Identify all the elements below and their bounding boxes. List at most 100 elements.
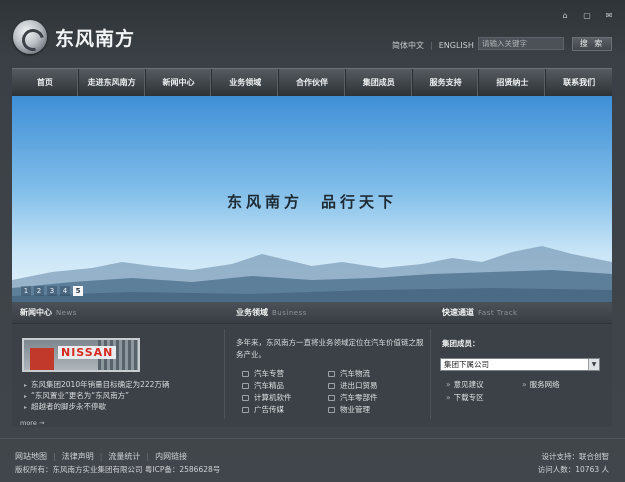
business-item[interactable]: 进出口贸易 (328, 380, 414, 391)
footer-separator: | (146, 452, 150, 461)
nav-item-careers[interactable]: 招贤纳士 (479, 69, 547, 96)
panel-divider (224, 329, 225, 419)
business-title: 业务领域 (236, 308, 268, 317)
nav-item-members[interactable]: 集团成员 (346, 69, 413, 96)
slogan-right: 品行天下 (321, 193, 398, 211)
business-bullet-icon (242, 394, 249, 401)
quick-panel-title: 快速通道 Fast Track (442, 302, 518, 324)
more-label: more (20, 419, 37, 427)
footer-divider (0, 438, 625, 439)
business-item[interactable]: 汽车专营 (242, 368, 328, 379)
news-image-building (30, 348, 54, 370)
business-item[interactable]: 汽车精品 (242, 380, 328, 391)
news-title: 新闻中心 (20, 308, 52, 317)
footer-separator: | (99, 452, 103, 461)
quick-link-service-network[interactable]: 服务网络 (522, 379, 592, 391)
quick-link-downloads[interactable]: 下载专区 (446, 392, 522, 404)
business-item[interactable]: 汽车零部件 (328, 392, 414, 403)
logo-text: 东风南方 (55, 27, 136, 50)
quick-title-en: Fast Track (478, 309, 518, 317)
footer-link-sitemap[interactable]: 网站地图 (15, 451, 47, 462)
business-item-label: 广告传媒 (254, 405, 284, 414)
banner-pager: 1 2 3 4 5 (21, 286, 83, 296)
visit-counter: 访问人数：10763 人 (537, 465, 609, 474)
news-title-en: News (56, 309, 77, 317)
business-item[interactable]: 汽车物流 (328, 368, 414, 379)
banner-page-1[interactable]: 1 (21, 286, 31, 296)
nav-item-home[interactable]: 首页 (12, 69, 79, 96)
business-bullet-icon (328, 406, 335, 413)
banner-page-3[interactable]: 3 (47, 286, 57, 296)
banner-page-5[interactable]: 5 (73, 286, 83, 296)
chevron-down-icon: ▼ (588, 359, 599, 370)
logo[interactable]: 东风南方 (13, 20, 135, 54)
design-credit: 设计支持：联合创智 (541, 452, 610, 461)
content-panels: 新闻中心 News 业务领域 Business 快速通道 Fast Track NIS… (12, 302, 612, 427)
news-item[interactable]: 超越者的脚步永不停歇 (24, 401, 169, 412)
panel-divider (430, 329, 431, 419)
home-icon[interactable]: ⌂ (561, 12, 569, 20)
business-bullet-icon (242, 406, 249, 413)
business-item-label: 汽车物流 (340, 369, 370, 378)
banner-page-2[interactable]: 2 (34, 286, 44, 296)
quick-link-feedback[interactable]: 意见建议 (446, 379, 522, 391)
business-item-label: 计算机软件 (254, 393, 292, 402)
copyright: 版权所有：东风南方实业集团有限公司 粤ICP备：2586628号 (15, 465, 221, 474)
business-item-label: 物业管理 (340, 405, 370, 414)
nav-item-partners[interactable]: 合作伙伴 (279, 69, 346, 96)
business-item[interactable]: 计算机软件 (242, 392, 328, 403)
business-list: 汽车专营 汽车物流 汽车精品 进出口贸易 计算机软件 汽车零部件 广告传媒 物业… (242, 368, 414, 415)
news-image-brand: NISSAN (58, 346, 117, 359)
nav-item-business[interactable]: 业务领域 (212, 69, 280, 96)
footer-links: 网站地图 | 法律声明 | 流量统计 | 内网链接 (15, 451, 187, 462)
logo-mark-icon (13, 20, 47, 54)
business-item-label: 汽车专营 (254, 369, 284, 378)
lang-zh-link[interactable]: 简体中文 (392, 40, 424, 51)
nav-item-contact[interactable]: 联系我们 (546, 69, 612, 96)
business-item-label: 进出口贸易 (340, 381, 378, 390)
quick-title: 快速通道 (442, 308, 474, 317)
footer-link-legal[interactable]: 法律声明 (62, 451, 94, 462)
page: ⌂ ▢ ✉ 东风南方 简体中文 | ENGLISH 请输入关键字 搜 索 首页 … (0, 0, 625, 482)
business-bullet-icon (242, 382, 249, 389)
search-button[interactable]: 搜 索 (572, 37, 612, 51)
business-item-label: 汽车精品 (254, 381, 284, 390)
footer-link-stats[interactable]: 流量统计 (108, 451, 140, 462)
nav-item-service[interactable]: 服务支持 (413, 69, 480, 96)
business-bullet-icon (328, 394, 335, 401)
search-input[interactable]: 请输入关键字 (478, 37, 564, 50)
news-image[interactable]: NISSAN (22, 338, 140, 372)
news-item[interactable]: “东风置业”更名为“东风南方” (24, 390, 169, 401)
business-bullet-icon (242, 370, 249, 377)
footer-separator: | (53, 452, 56, 461)
mail-icon[interactable]: ✉ (605, 12, 613, 20)
nav-item-about[interactable]: 走进东风南方 (79, 69, 146, 96)
business-title-en: Business (272, 309, 307, 317)
banner: 东风南方 品行天下 1 2 3 4 5 (12, 96, 612, 302)
business-item[interactable]: 物业管理 (328, 404, 414, 415)
news-item[interactable]: 东风集团2010年销量目标确定为222万辆 (24, 379, 169, 390)
member-select[interactable]: 集团下属公司 ▼ (440, 358, 600, 371)
news-list: 东风集团2010年销量目标确定为222万辆 “东风置业”更名为“东风南方” 超越… (24, 379, 169, 412)
nav-item-news[interactable]: 新闻中心 (146, 69, 213, 96)
business-bullet-icon (328, 382, 335, 389)
news-panel-title: 新闻中心 News (20, 302, 77, 324)
lang-separator: | (430, 41, 433, 50)
business-bullet-icon (328, 370, 335, 377)
language-switch: 简体中文 | ENGLISH (392, 40, 474, 51)
mountains-image (12, 246, 612, 302)
main-nav: 首页 走进东风南方 新闻中心 业务领域 合作伙伴 集团成员 服务支持 招贤纳士 … (12, 68, 612, 96)
news-more-link[interactable]: more → (20, 419, 44, 427)
quick-links: 意见建议 服务网络 下载专区 (446, 379, 592, 404)
member-select-value: 集团下属公司 (444, 360, 489, 369)
slogan-left: 东风南方 (226, 193, 303, 211)
business-description: 多年来，东风南方一直将业务领域定位在汽车价值链之服务产业。 (236, 338, 424, 359)
banner-page-4[interactable]: 4 (60, 286, 70, 296)
panel-header-bar (12, 302, 612, 324)
footer-link-intranet[interactable]: 内网链接 (155, 451, 187, 462)
business-item[interactable]: 广告传媒 (242, 404, 328, 415)
document-icon[interactable]: ▢ (583, 12, 591, 20)
lang-en-link[interactable]: ENGLISH (439, 41, 474, 50)
banner-slogan: 东风南方 品行天下 (12, 191, 612, 212)
business-panel-title: 业务领域 Business (236, 302, 307, 324)
